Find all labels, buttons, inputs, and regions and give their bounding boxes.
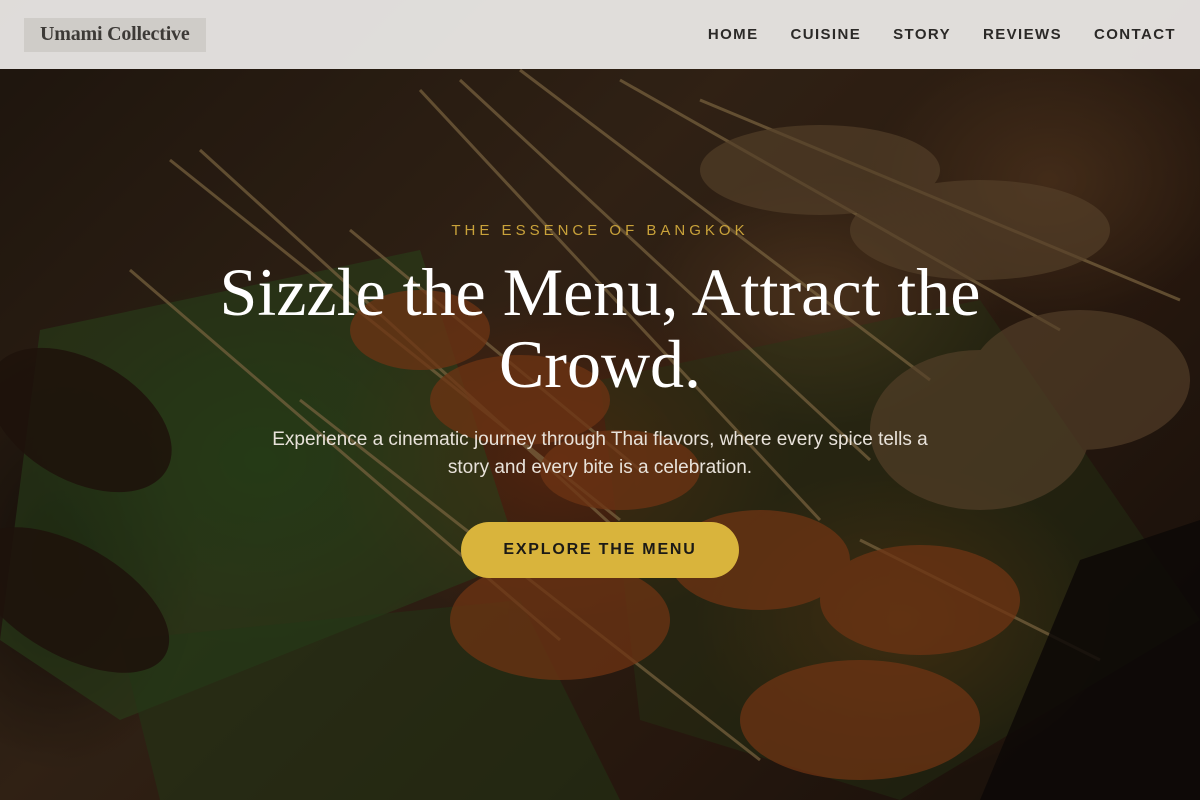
landing-page: Umami Collective HOME CUISINE STORY REVI… xyxy=(0,0,1200,800)
explore-menu-button[interactable]: EXPLORE THE MENU xyxy=(461,522,739,578)
nav-link-story[interactable]: STORY xyxy=(893,26,951,43)
nav-link-reviews[interactable]: REVIEWS xyxy=(983,26,1062,43)
nav-link-home[interactable]: HOME xyxy=(708,26,759,43)
hero-headline: Sizzle the Menu, Attract the Crowd. xyxy=(219,254,981,402)
main-nav: HOME CUISINE STORY REVIEWS CONTACT xyxy=(708,26,1176,43)
hero-subheading: Experience a cinematic journey through T… xyxy=(272,429,928,478)
top-navbar: Umami Collective HOME CUISINE STORY REVI… xyxy=(0,0,1200,69)
hero-eyebrow: THE ESSENCE OF BANGKOK xyxy=(451,222,749,239)
brand-logo[interactable]: Umami Collective xyxy=(24,17,206,52)
nav-link-cuisine[interactable]: CUISINE xyxy=(790,26,861,43)
nav-link-contact[interactable]: CONTACT xyxy=(1094,26,1176,43)
